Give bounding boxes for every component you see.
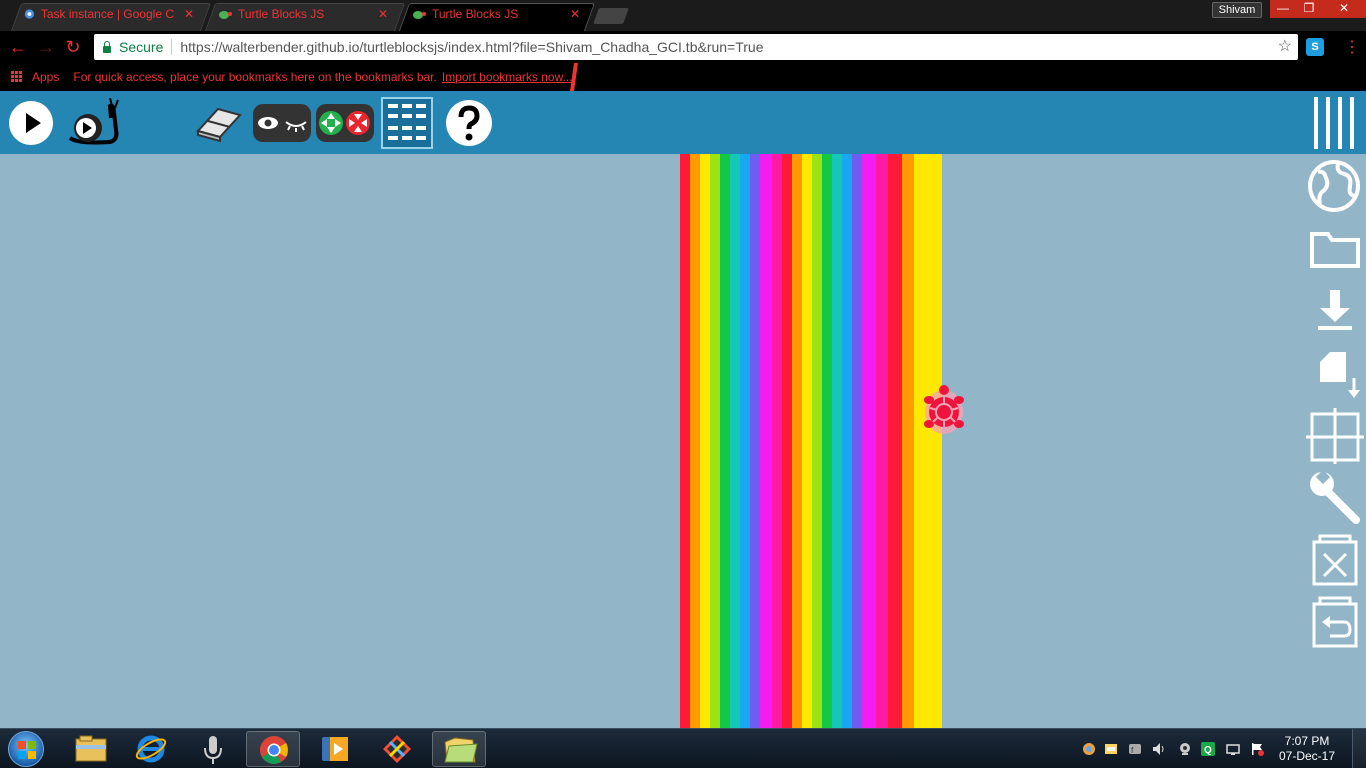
run-slow-button[interactable] [66,98,122,148]
tray-action-center-flag-icon[interactable] [1250,742,1264,756]
tray-q-app-icon[interactable]: Q [1201,742,1215,756]
open-folder-icon[interactable] [1306,220,1366,280]
tray-display-icon[interactable] [1226,742,1240,756]
tab-close-icon[interactable]: ✕ [184,7,194,21]
url-text[interactable]: https://walterbender.github.io/turtleblo… [180,39,763,55]
tray-sync-icon[interactable] [1104,742,1118,756]
taskbar-explorer[interactable] [64,731,118,767]
file-manager-icon [444,737,478,763]
forward-arrow-icon: → [37,37,55,57]
collapse-expand-button[interactable] [315,100,375,146]
restore-trash-icon[interactable] [1306,592,1366,652]
play-button[interactable] [8,100,54,146]
tray-cloud-icon[interactable]: f [1128,742,1142,756]
lock-icon [102,41,112,53]
tray-network-globe-icon[interactable] [1082,742,1096,756]
minimize-button[interactable]: — [1270,0,1296,18]
rainbow-drawing [680,154,942,728]
hide-blocks-button[interactable] [252,100,312,146]
bookmarks-bar: Apps For quick access, place your bookma… [0,63,1366,90]
forward-button[interactable]: → [36,37,56,57]
app-toolbar [0,91,1366,154]
close-icon: ✕ [1338,1,1350,15]
stats-button[interactable] [380,96,434,150]
turtle-canvas[interactable] [0,154,1366,728]
taskbar: f Q 7:07 PM 07-Dec-17 [0,728,1366,768]
import-bookmarks-link[interactable]: Import bookmarks now... [442,70,573,84]
turtle-favicon-icon [413,11,426,19]
start-button[interactable] [8,731,44,767]
apps-link[interactable]: Apps [32,70,59,84]
address-bar[interactable]: Secure https://walterbender.github.io/tu… [94,34,1298,60]
show-desktop-button[interactable] [1352,729,1366,768]
grid-icon[interactable] [1306,406,1366,466]
taskbar-git[interactable] [370,731,424,767]
tab-turtle-blocks-1-content[interactable]: Turtle Blocks JS [216,0,366,28]
minimize-icon: — [1277,1,1289,15]
gear-favicon-icon [24,9,35,19]
turtle-favicon-icon [219,11,232,19]
turtle-sprite[interactable] [921,382,967,438]
back-button[interactable]: ← [8,37,28,57]
restore-icon: ❐ [1303,1,1315,15]
menu-icon[interactable] [1312,97,1356,149]
clock-time: 7:07 PM [1284,734,1330,748]
save-plugin-icon[interactable] [1306,344,1366,404]
media-player-icon [322,737,348,761]
tab-title: Turtle Blocks JS [432,7,519,21]
skype-extension-icon[interactable]: S [1306,38,1324,56]
new-tab-button[interactable] [593,8,629,24]
browser-toolbar: ← → ↻ Secure https://walterbender.github… [0,31,1366,63]
git-icon [383,735,411,763]
tab-strip: Task instance | Google C ✕ Turtle Blocks… [0,0,1366,31]
tab-title: Turtle Blocks JS [238,7,325,21]
internet-explorer-icon [135,735,167,763]
tab-turtle-blocks-active-content[interactable]: Turtle Blocks JS [410,0,560,28]
maximize-button[interactable]: ❐ [1296,0,1322,18]
chrome-icon [260,736,288,764]
taskbar-chrome[interactable] [246,731,300,767]
settings-wrench-icon[interactable] [1306,468,1366,528]
windows-logo-icon [18,741,36,759]
tab-close-icon[interactable]: ✕ [378,7,388,21]
svg-text:Q: Q [1204,745,1212,756]
address-divider [171,39,173,55]
taskbar-media[interactable] [308,731,362,767]
tab-close-icon[interactable]: ✕ [570,7,580,21]
save-download-icon[interactable] [1306,282,1366,342]
tab-task-instance-content[interactable]: Task instance | Google C [24,0,174,28]
tray-volume-icon[interactable] [1152,742,1166,756]
tray-webcam-icon[interactable] [1178,742,1192,756]
windows-explorer-icon [75,735,107,762]
reload-button[interactable]: ↻ [63,37,83,57]
delete-icon[interactable] [1306,530,1366,590]
browser-menu-icon[interactable]: ⋮ [1344,37,1360,57]
taskbar-file-manager[interactable] [432,731,486,767]
bookmark-star-icon[interactable]: ☆ [1278,36,1292,56]
clock-date: 07-Dec-17 [1278,749,1336,763]
back-arrow-icon: ← [9,37,27,57]
reload-icon: ↻ [65,37,81,57]
clear-button[interactable] [194,103,244,143]
tab-title: Task instance | Google C [40,7,174,21]
help-button[interactable] [445,99,493,147]
taskbar-ie[interactable] [124,731,178,767]
taskbar-speech[interactable] [186,731,240,767]
planet-icon[interactable] [1306,156,1366,216]
profile-button[interactable]: Shivam [1212,2,1262,18]
secure-label: Secure [119,39,164,55]
bookmarks-hint: For quick access, place your bookmarks h… [73,69,437,84]
apps-grid-icon[interactable] [11,70,23,83]
system-clock[interactable]: 7:07 PM 07-Dec-17 [1276,734,1338,764]
close-window-button[interactable]: ✕ [1322,0,1366,18]
speech-recognition-icon [204,736,222,764]
